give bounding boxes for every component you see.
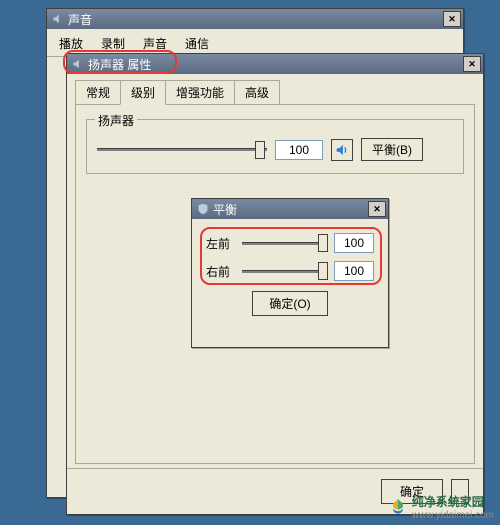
speaker-icon xyxy=(71,57,85,71)
tab-communications[interactable]: 通信 xyxy=(183,35,211,52)
watermark: 纯净系统家园 www.yidaimei.com xyxy=(388,493,494,521)
sound-close-button[interactable]: ✕ xyxy=(443,11,461,27)
properties-tabs: 常规 级别 增强功能 高级 xyxy=(67,74,483,105)
balance-value-right: 100 xyxy=(334,261,374,281)
balance-close-button[interactable]: ✕ xyxy=(368,201,386,217)
tab-recording[interactable]: 录制 xyxy=(99,35,127,52)
balance-value-left: 100 xyxy=(334,233,374,253)
leaf-icon xyxy=(388,497,408,517)
tab-playback[interactable]: 播放 xyxy=(57,35,85,52)
balance-window: 平衡 ✕ 左前 100 右前 100 确定(O) xyxy=(191,198,389,348)
balance-ok-button[interactable]: 确定(O) xyxy=(252,291,327,316)
balance-row-left: 左前 100 xyxy=(206,233,374,253)
close-icon: ✕ xyxy=(448,14,456,25)
close-icon: ✕ xyxy=(373,204,381,215)
balance-row-right: 右前 100 xyxy=(206,261,374,281)
sound-title: 声音 xyxy=(68,11,443,28)
balance-title: 平衡 xyxy=(213,201,368,218)
balance-slider-right[interactable] xyxy=(242,262,328,280)
properties-title: 扬声器 属性 xyxy=(88,56,463,73)
close-icon: ✕ xyxy=(468,59,476,70)
speaker-volume-slider[interactable] xyxy=(97,141,267,159)
balance-titlebar[interactable]: 平衡 ✕ xyxy=(192,199,388,219)
balance-label-left: 左前 xyxy=(206,235,236,252)
sound-titlebar[interactable]: 声音 ✕ xyxy=(47,9,463,29)
balance-body: 左前 100 右前 100 确定(O) xyxy=(192,219,388,332)
watermark-text: 纯净系统家园 xyxy=(412,493,494,510)
shield-icon xyxy=(196,202,210,216)
speaker-legend: 扬声器 xyxy=(95,112,137,129)
properties-titlebar[interactable]: 扬声器 属性 ✕ xyxy=(67,54,483,74)
tab-general[interactable]: 常规 xyxy=(75,80,121,105)
tab-enhancements[interactable]: 增强功能 xyxy=(165,80,235,105)
tab-advanced[interactable]: 高级 xyxy=(234,80,280,105)
tab-sounds[interactable]: 声音 xyxy=(141,35,169,52)
sound-on-icon xyxy=(335,143,349,157)
speaker-volume-value: 100 xyxy=(275,140,323,160)
balance-label-right: 右前 xyxy=(206,263,236,280)
speaker-icon xyxy=(51,12,65,26)
tab-levels[interactable]: 级别 xyxy=(120,80,166,105)
mute-button[interactable] xyxy=(331,139,353,161)
balance-slider-left[interactable] xyxy=(242,234,328,252)
balance-button[interactable]: 平衡(B) xyxy=(361,138,423,161)
properties-close-button[interactable]: ✕ xyxy=(463,56,481,72)
speaker-groupbox: 扬声器 100 平衡(B) xyxy=(86,119,464,174)
watermark-url: www.yidaimei.com xyxy=(412,510,494,521)
